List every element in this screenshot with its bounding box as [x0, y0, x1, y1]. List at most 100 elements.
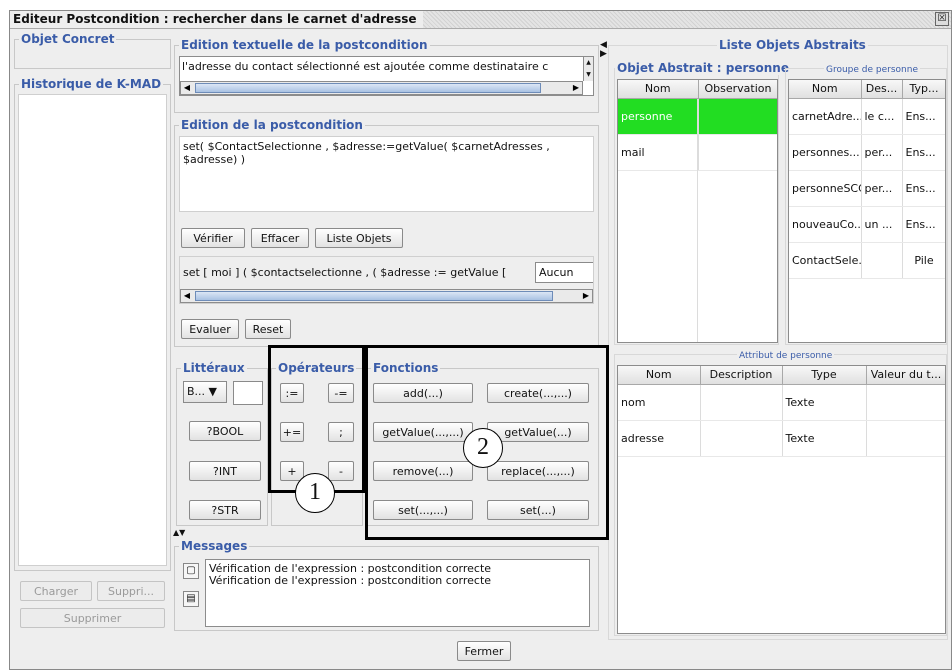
- textual-hscroll[interactable]: ◀ ▶: [180, 81, 583, 95]
- literal-type-combo[interactable]: B... ▼: [183, 381, 227, 403]
- column-header[interactable]: Des...: [861, 80, 903, 99]
- int-button[interactable]: ?INT: [189, 461, 261, 481]
- column-header[interactable]: Nom: [618, 366, 701, 385]
- liste-objets-button[interactable]: Liste Objets: [315, 228, 403, 248]
- table-cell: ContactSele...: [789, 242, 862, 279]
- table-cell: personnes...: [789, 134, 862, 171]
- column-header[interactable]: Description: [700, 366, 783, 385]
- scroll-down-icon[interactable]: ▼: [584, 70, 593, 79]
- table-cell: mail: [618, 134, 699, 171]
- liste-objets-abstraits-title: Liste Objets Abstraits: [717, 38, 868, 52]
- table-cell: adresse: [618, 420, 701, 457]
- parsed-expression: set [ moi ] ( $contactselectionne , ( $a…: [183, 266, 507, 279]
- table-row[interactable]: ContactSele... Pile: [789, 242, 945, 279]
- column-header[interactable]: Nom: [789, 80, 862, 99]
- annotation-marker-1: 1: [295, 473, 335, 513]
- table-row[interactable]: personnes... per... Ens...: [789, 134, 945, 171]
- reset-button[interactable]: Reset: [245, 319, 291, 339]
- table-cell: le c...: [861, 98, 903, 135]
- historique-list[interactable]: [18, 94, 167, 566]
- table-row[interactable]: nouveauCo... un ... Ens...: [789, 206, 945, 243]
- objet-abstrait-title: Objet Abstrait : personne: [615, 61, 791, 75]
- messages-group: Messages ▢ ▤ Vérification de l'expressio…: [174, 539, 599, 631]
- column-header[interactable]: Nom: [618, 80, 699, 99]
- table-cell: Pile: [902, 242, 945, 279]
- postcondition-editor-window: Editeur Postcondition : rechercher dans …: [9, 10, 952, 670]
- parsed-combo[interactable]: Aucun: [535, 262, 593, 283]
- table-row-selected[interactable]: personne: [618, 98, 777, 135]
- scroll-up-icon[interactable]: ▲: [584, 58, 593, 67]
- scroll-left-icon[interactable]: ◀: [181, 82, 193, 94]
- supprimer-button[interactable]: Supprimer: [20, 608, 165, 628]
- objet-concret-title: Objet Concret: [19, 32, 117, 46]
- table-cell: Texte: [782, 420, 867, 457]
- table-row[interactable]: carnetAdre... le c... Ens...: [789, 98, 945, 135]
- splitter-left-icon[interactable]: ◀ ▶: [600, 41, 607, 59]
- annotation-box-operators: [268, 345, 365, 493]
- groupe-personne-table[interactable]: Nom Des... Typ... carnetAdre... le c... …: [788, 79, 946, 343]
- effacer-button[interactable]: Effacer: [251, 228, 309, 248]
- textual-edition-title: Edition textuelle de la postcondition: [179, 38, 430, 52]
- clear-messages-icon[interactable]: ▢: [183, 563, 199, 579]
- splitter-arrows-icon[interactable]: ▲▼: [173, 528, 185, 537]
- bool-button[interactable]: ?BOOL: [189, 421, 261, 441]
- objet-concret-group: Objet Concret: [14, 32, 171, 69]
- message-line: Vérification de l'expression : postcondi…: [209, 574, 492, 587]
- objet-abstrait-group: Objet Abstrait : personne Nom Observatio…: [614, 61, 791, 345]
- table-cell: [698, 98, 777, 135]
- charger-button[interactable]: Charger: [20, 581, 92, 601]
- table-row[interactable]: nom Texte: [618, 384, 945, 421]
- literal-value-input[interactable]: [233, 381, 263, 405]
- table-cell: Ens...: [902, 170, 945, 207]
- table-cell: [698, 134, 777, 171]
- save-messages-icon[interactable]: ▤: [183, 591, 199, 607]
- textual-edition-field[interactable]: l'adresse du contact sélectionné est ajo…: [179, 56, 594, 96]
- postcondition-code: set( $ContactSelectionne , $adresse:=get…: [183, 140, 550, 166]
- historique-title: Historique de K-MAD: [19, 77, 164, 91]
- column-header[interactable]: Observation: [698, 80, 777, 99]
- fermer-button[interactable]: Fermer: [457, 641, 511, 661]
- table-cell: [866, 384, 945, 421]
- table-row[interactable]: adresse Texte: [618, 420, 945, 457]
- literal-type-value: B...: [187, 385, 206, 398]
- textual-vscroll[interactable]: ▲ ▼: [583, 57, 593, 81]
- evaluer-button[interactable]: Evaluer: [181, 319, 239, 339]
- column-header[interactable]: Typ...: [902, 80, 945, 99]
- table-cell: Ens...: [902, 206, 945, 243]
- scroll-thumb[interactable]: [195, 291, 553, 301]
- table-row[interactable]: personneSCC per... Ens...: [789, 170, 945, 207]
- postcondition-code-editor[interactable]: set( $ContactSelectionne , $adresse:=get…: [179, 136, 594, 212]
- table-cell: un ...: [861, 206, 903, 243]
- column-header[interactable]: Valeur du t...: [866, 366, 945, 385]
- close-icon[interactable]: ☒: [935, 12, 949, 26]
- parsed-expression-panel: set [ moi ] ( $contactselectionne , ( $a…: [179, 256, 594, 304]
- table-cell: Ens...: [902, 134, 945, 171]
- groupe-personne-group: Groupe de personne Nom Des... Typ... car…: [785, 63, 947, 345]
- column-header[interactable]: Type: [782, 366, 867, 385]
- objet-abstrait-table[interactable]: Nom Observation personne mail: [617, 79, 778, 343]
- table-cell: carnetAdre...: [789, 98, 862, 135]
- scroll-right-icon[interactable]: ▶: [570, 82, 582, 94]
- table-cell: personne: [618, 98, 699, 135]
- table-cell: nom: [618, 384, 701, 421]
- scroll-right-icon[interactable]: ▶: [580, 290, 592, 302]
- textual-edition-text: l'adresse du contact sélectionné est ajo…: [182, 60, 549, 73]
- verifier-button[interactable]: Vérifier: [181, 228, 245, 248]
- messages-title: Messages: [179, 539, 250, 553]
- table-cell: [700, 384, 783, 421]
- scroll-left-icon[interactable]: ◀: [181, 290, 193, 302]
- window-title: Editeur Postcondition : rechercher dans …: [10, 11, 423, 28]
- attribut-personne-table[interactable]: Nom Description Type Valeur du t... nom …: [617, 365, 946, 634]
- messages-list[interactable]: Vérification de l'expression : postcondi…: [205, 559, 590, 627]
- table-cell: personneSCC: [789, 170, 862, 207]
- table-row[interactable]: mail: [618, 134, 777, 171]
- scroll-thumb[interactable]: [195, 83, 541, 93]
- table-cell: Texte: [782, 384, 867, 421]
- litteraux-group: Littéraux B... ▼ ?BOOL ?INT ?STR: [176, 361, 268, 526]
- suppri-button[interactable]: Suppri...: [97, 581, 165, 601]
- title-bar[interactable]: Editeur Postcondition : rechercher dans …: [10, 11, 951, 29]
- str-button[interactable]: ?STR: [189, 500, 261, 520]
- table-cell: per...: [861, 134, 903, 171]
- table-cell: [700, 420, 783, 457]
- parsed-hscroll[interactable]: ◀ ▶: [180, 289, 593, 303]
